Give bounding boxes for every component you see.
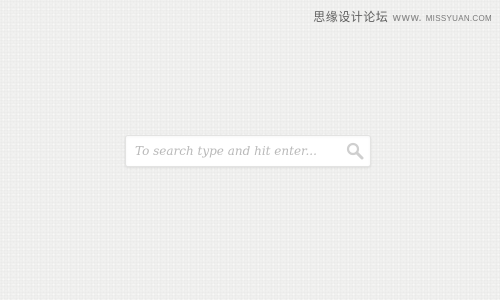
magnifier-icon bbox=[346, 142, 364, 160]
watermark-url: MISSYUAN.COM bbox=[425, 14, 492, 23]
site-watermark: 思缘设计论坛 www. MISSYUAN.COM bbox=[313, 8, 492, 25]
watermark-site-name: 思缘设计论坛 bbox=[313, 10, 389, 24]
search-input[interactable] bbox=[127, 137, 337, 165]
watermark-separator: www. bbox=[392, 11, 422, 24]
search-box bbox=[125, 135, 371, 167]
search-button[interactable] bbox=[344, 140, 366, 162]
